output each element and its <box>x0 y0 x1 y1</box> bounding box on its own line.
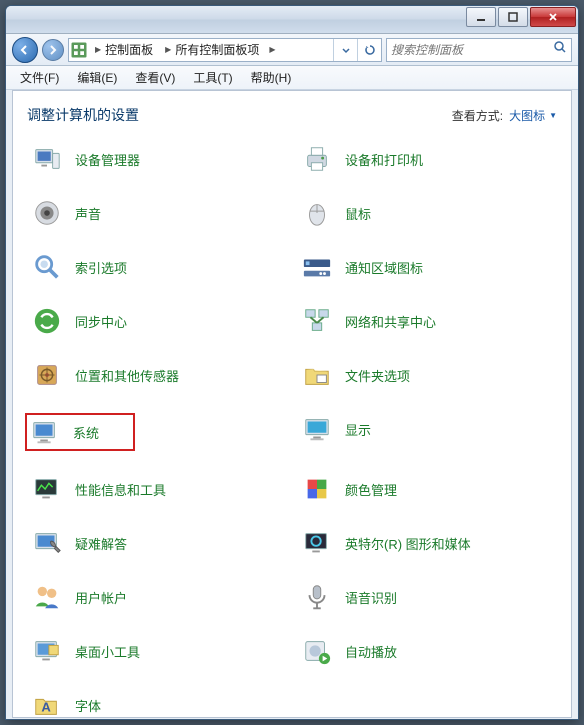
view-by-label: 查看方式: <box>452 107 503 124</box>
item-devices-printers[interactable]: 设备和打印机 <box>297 143 557 175</box>
item-label: 字体 <box>75 696 101 715</box>
back-button[interactable] <box>12 37 38 63</box>
item-label: 声音 <box>75 204 101 223</box>
printer-icon <box>301 143 333 175</box>
address-bar[interactable]: ▶控制面板 ▶所有控制面板项▶ <box>68 38 382 62</box>
chevron-right-icon: ▶ <box>165 45 171 54</box>
item-network-sharing[interactable]: 网络和共享中心 <box>297 305 557 337</box>
item-label: 文件夹选项 <box>345 366 410 385</box>
item-label: 语音识别 <box>345 588 397 607</box>
item-sound[interactable]: 声音 <box>27 197 287 229</box>
taskbar-icon <box>301 251 333 283</box>
items-grid: 设备管理器 设备和打印机 声音 鼠标 索引选项 通知区域图标 <box>27 143 557 718</box>
item-autoplay[interactable]: 自动播放 <box>297 635 557 667</box>
refresh-button[interactable] <box>357 39 381 61</box>
item-user-accounts[interactable]: 用户帐户 <box>27 581 287 613</box>
display-icon <box>301 413 333 445</box>
item-color-mgmt[interactable]: 颜色管理 <box>297 473 557 505</box>
gadgets-icon <box>31 635 63 667</box>
page-title: 调整计算机的设置 <box>27 105 139 125</box>
svg-text:A: A <box>41 700 51 715</box>
view-by: 查看方式: 大图标▼ <box>452 107 557 124</box>
item-label: 索引选项 <box>75 258 127 277</box>
item-indexing[interactable]: 索引选项 <box>27 251 287 283</box>
content-pane: 调整计算机的设置 查看方式: 大图标▼ 设备管理器 设备和打印机 声音 鼠标 <box>12 90 572 718</box>
close-button[interactable] <box>530 7 576 27</box>
item-device-manager[interactable]: 设备管理器 <box>27 143 287 175</box>
item-label: 鼠标 <box>345 204 371 223</box>
item-label: 英特尔(R) 图形和媒体 <box>345 534 471 553</box>
navigation-row: ▶控制面板 ▶所有控制面板项▶ <box>6 34 578 66</box>
mouse-icon <box>301 197 333 229</box>
minimize-button[interactable] <box>466 7 496 27</box>
item-folder-options[interactable]: 文件夹选项 <box>297 359 557 391</box>
window-buttons <box>466 7 576 27</box>
item-location-sensors[interactable]: 位置和其他传感器 <box>27 359 287 391</box>
search-icon[interactable] <box>553 40 567 59</box>
autoplay-icon <box>301 635 333 667</box>
item-label: 位置和其他传感器 <box>75 366 179 385</box>
menu-tools[interactable]: 工具(T) <box>185 66 240 89</box>
control-panel-window: ▶控制面板 ▶所有控制面板项▶ 文件(F) 编辑(E) 查看(V) 工具(T) … <box>5 5 579 720</box>
menu-view[interactable]: 查看(V) <box>127 66 183 89</box>
system-icon <box>29 416 61 448</box>
item-intel-graphics[interactable]: 英特尔(R) 图形和媒体 <box>297 527 557 559</box>
microphone-icon <box>301 581 333 613</box>
chevron-right-icon: ▶ <box>269 45 275 54</box>
item-label: 显示 <box>345 420 371 439</box>
search-index-icon <box>31 251 63 283</box>
item-label: 颜色管理 <box>345 480 397 499</box>
item-label: 设备和打印机 <box>345 150 423 169</box>
users-icon <box>31 581 63 613</box>
item-label: 通知区域图标 <box>345 258 423 277</box>
location-icon <box>31 359 63 391</box>
item-label: 用户帐户 <box>75 588 127 607</box>
forward-button[interactable] <box>42 39 64 61</box>
device-manager-icon <box>31 143 63 175</box>
item-label: 桌面小工具 <box>75 642 140 661</box>
color-icon <box>301 473 333 505</box>
item-fonts[interactable]: A 字体 <box>27 689 287 718</box>
item-label: 系统 <box>73 423 99 442</box>
control-panel-icon <box>69 40 89 60</box>
view-by-mode[interactable]: 大图标▼ <box>509 107 557 124</box>
item-system[interactable]: 系统 <box>25 413 135 451</box>
history-dropdown[interactable] <box>333 39 357 61</box>
breadcrumb-seg-2[interactable]: ▶所有控制面板项▶ <box>159 39 281 61</box>
folder-icon <box>301 359 333 391</box>
maximize-button[interactable] <box>498 7 528 27</box>
item-label: 自动播放 <box>345 642 397 661</box>
item-speech[interactable]: 语音识别 <box>297 581 557 613</box>
item-sync-center[interactable]: 同步中心 <box>27 305 287 337</box>
item-mouse[interactable]: 鼠标 <box>297 197 557 229</box>
menu-bar: 文件(F) 编辑(E) 查看(V) 工具(T) 帮助(H) <box>6 66 578 90</box>
speaker-icon <box>31 197 63 229</box>
item-gadgets[interactable]: 桌面小工具 <box>27 635 287 667</box>
fonts-icon: A <box>31 689 63 718</box>
network-icon <box>301 305 333 337</box>
titlebar[interactable] <box>6 6 578 34</box>
chevron-down-icon: ▼ <box>549 111 557 120</box>
performance-icon <box>31 473 63 505</box>
item-label: 设备管理器 <box>75 150 140 169</box>
intel-icon <box>301 527 333 559</box>
item-label: 网络和共享中心 <box>345 312 436 331</box>
content-header: 调整计算机的设置 查看方式: 大图标▼ <box>27 105 557 125</box>
search-input[interactable] <box>391 43 553 57</box>
item-performance[interactable]: 性能信息和工具 <box>27 473 287 505</box>
item-label: 性能信息和工具 <box>75 480 166 499</box>
item-label: 同步中心 <box>75 312 127 331</box>
item-troubleshoot[interactable]: 疑难解答 <box>27 527 287 559</box>
menu-help[interactable]: 帮助(H) <box>243 66 300 89</box>
breadcrumb-seg-1[interactable]: ▶控制面板 <box>89 39 159 61</box>
search-box[interactable] <box>386 38 572 62</box>
menu-edit[interactable]: 编辑(E) <box>69 66 125 89</box>
item-label: 疑难解答 <box>75 534 127 553</box>
troubleshoot-icon <box>31 527 63 559</box>
chevron-right-icon: ▶ <box>95 45 101 54</box>
menu-file[interactable]: 文件(F) <box>12 66 67 89</box>
sync-icon <box>31 305 63 337</box>
item-display[interactable]: 显示 <box>297 413 557 445</box>
item-notification-icons[interactable]: 通知区域图标 <box>297 251 557 283</box>
